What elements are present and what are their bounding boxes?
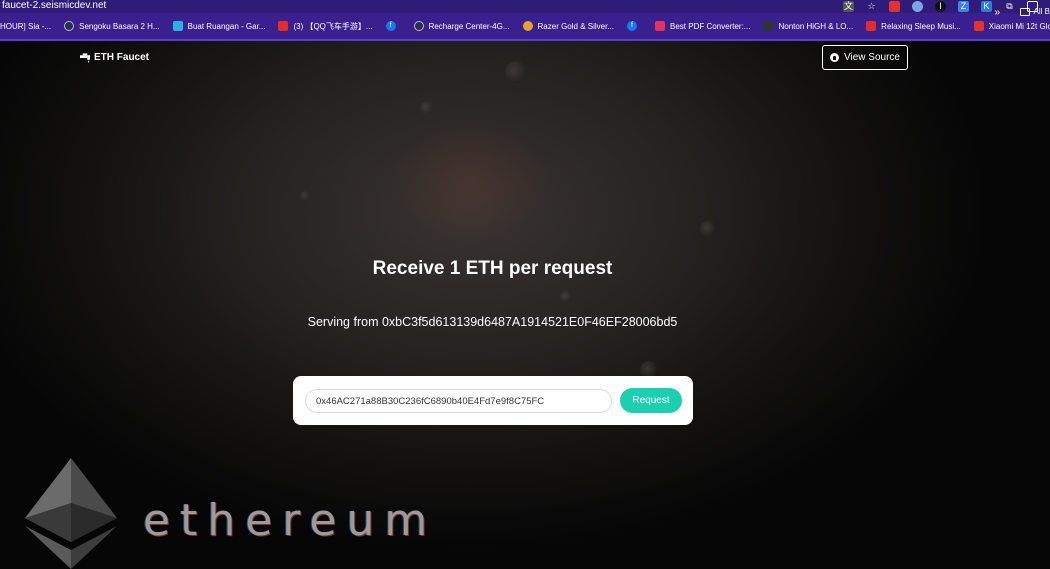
star-icon[interactable]: ☆: [866, 1, 877, 12]
youtube-icon: [278, 21, 289, 31]
bookmark-label: Razer Gold & Silver...: [537, 21, 614, 31]
folder-icon: [1019, 7, 1030, 16]
bookmarks-bar: HOUR] Sia -... Sengoku Basara 2 H... Buat …: [0, 13, 1050, 41]
extension-cloud-icon[interactable]: [912, 1, 923, 12]
wallet-address-input[interactable]: [305, 389, 612, 413]
view-source-label: View Source: [844, 52, 900, 63]
ethereum-wordmark: ethereum: [143, 495, 438, 546]
bookmark-item[interactable]: (3) 【QQ飞车手游】...: [278, 18, 373, 34]
brand-logo[interactable]: ETH Faucet: [80, 52, 149, 63]
bookmark-label: Nonton HiGH & LO...: [778, 21, 854, 31]
bookmark-label: (3) 【QQ飞车手游】...: [293, 21, 373, 31]
background-crater: [700, 221, 716, 237]
bookmark-label: Xiaomi Mi 12t Glob...: [988, 21, 1050, 31]
bookmark-label: Sengoku Basara 2 H...: [79, 21, 160, 31]
faucet-icon: [80, 52, 91, 63]
globe-icon: [413, 21, 424, 31]
page-title: Receive 1 ETH per request: [372, 258, 613, 279]
view-source-button[interactable]: View Source: [822, 45, 908, 70]
coin-icon: [522, 21, 533, 31]
background-crater: [560, 291, 572, 303]
bookmark-label: HOUR] Sia -...: [0, 21, 52, 31]
background-tint: [390, 121, 550, 241]
extension-k-icon[interactable]: K: [981, 1, 992, 12]
bookmark-item[interactable]: Relaxing Sleep Musi...: [866, 18, 961, 34]
extension-red-icon[interactable]: [889, 1, 900, 12]
faucet-page: ETH Faucet View Source Receive 1 ETH per…: [0, 41, 1050, 569]
bookmark-label: Buat Ruangan - Gar...: [187, 21, 266, 31]
request-button[interactable]: Request: [620, 388, 682, 413]
background-crater: [420, 101, 434, 115]
bookmark-label: Best PDF Converter:...: [670, 21, 751, 31]
github-icon: [830, 53, 840, 62]
facebook-icon: f: [385, 21, 396, 31]
pdf-icon: [655, 21, 665, 31]
bookmark-item[interactable]: Xiaomi Mi 12t Glob...: [973, 18, 1050, 34]
bookmark-item[interactable]: Razer Gold & Silver...: [522, 18, 614, 34]
extensions-puzzle-icon[interactable]: ⧉: [1004, 1, 1015, 12]
background-crater: [505, 61, 527, 83]
bookmark-item[interactable]: Buat Ruangan - Gar...: [172, 18, 266, 34]
brand-title: ETH Faucet: [94, 52, 150, 63]
extension-z-icon[interactable]: Z: [958, 1, 969, 12]
url-text[interactable]: faucet-2.seismicdev.net: [2, 0, 106, 12]
all-bookmarks-button[interactable]: All B: [1019, 7, 1050, 16]
bookmark-label: Relaxing Sleep Musi...: [881, 21, 961, 31]
bookmark-item[interactable]: Sengoku Basara 2 H...: [64, 18, 160, 34]
translate-icon[interactable]: 文: [843, 1, 854, 12]
tv-icon: [763, 21, 774, 31]
serving-address: Serving from 0xbC3f5d613139d6487A1914521…: [307, 315, 678, 329]
app-icon: [172, 21, 183, 31]
bookmark-item[interactable]: Recharge Center-4G...: [413, 18, 510, 34]
bookmark-label: Recharge Center-4G...: [428, 21, 510, 31]
globe-icon: [64, 21, 75, 31]
extension-i-icon[interactable]: I: [935, 1, 946, 12]
all-bookmarks-label: All B: [1033, 7, 1050, 16]
bookmark-item[interactable]: Nonton HiGH & LO...: [763, 18, 853, 34]
address-bar[interactable]: faucet-2.seismicdev.net 文 ☆ I Z K ⧉: [0, 0, 1050, 13]
shop-icon: [973, 21, 984, 31]
bookmark-item[interactable]: Best PDF Converter:...: [655, 18, 750, 34]
facebook-icon: f: [627, 21, 637, 31]
request-card: Request: [293, 376, 693, 425]
youtube-icon: [866, 21, 877, 31]
bookmark-item[interactable]: HOUR] Sia -...: [0, 18, 51, 34]
background-crater: [300, 191, 310, 201]
ethereum-logo-icon: [25, 458, 117, 569]
bookmark-item[interactable]: f: [385, 18, 401, 34]
bookmarks-overflow-button[interactable]: »: [994, 7, 1000, 18]
browser-chrome: faucet-2.seismicdev.net 文 ☆ I Z K ⧉ HOUR…: [0, 0, 1050, 41]
bookmark-item[interactable]: f: [627, 18, 642, 34]
